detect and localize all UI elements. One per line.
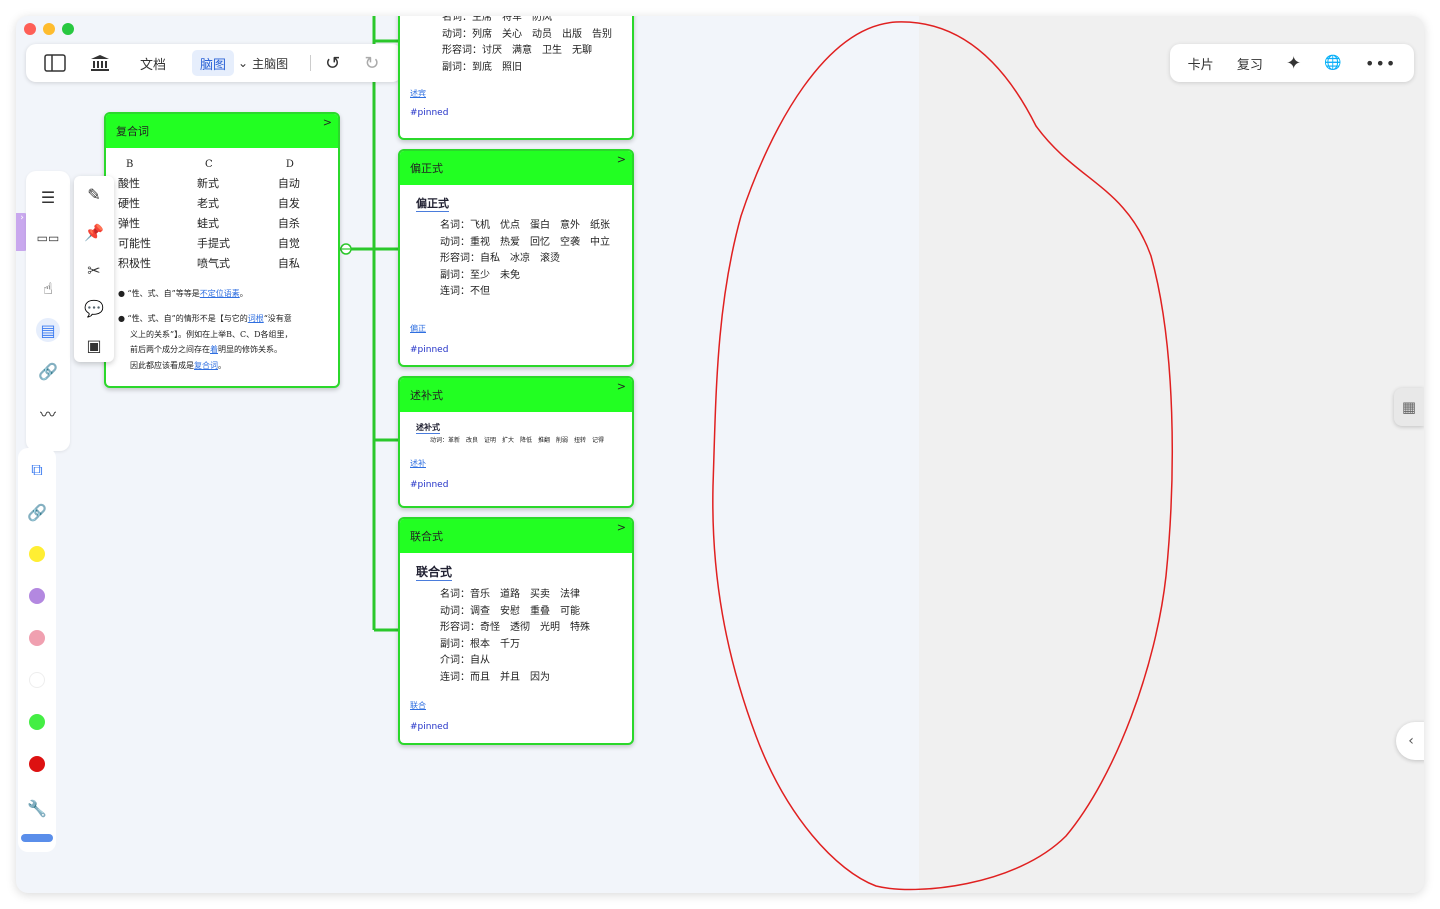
freehand-drawing [712, 21, 1173, 891]
app-window: 文档 脑图 ⌄ 主脑图 ↺ ↻ 卡片 复习 ✦ 🌐 ••• 名词：主席 将军 防… [16, 16, 1424, 893]
